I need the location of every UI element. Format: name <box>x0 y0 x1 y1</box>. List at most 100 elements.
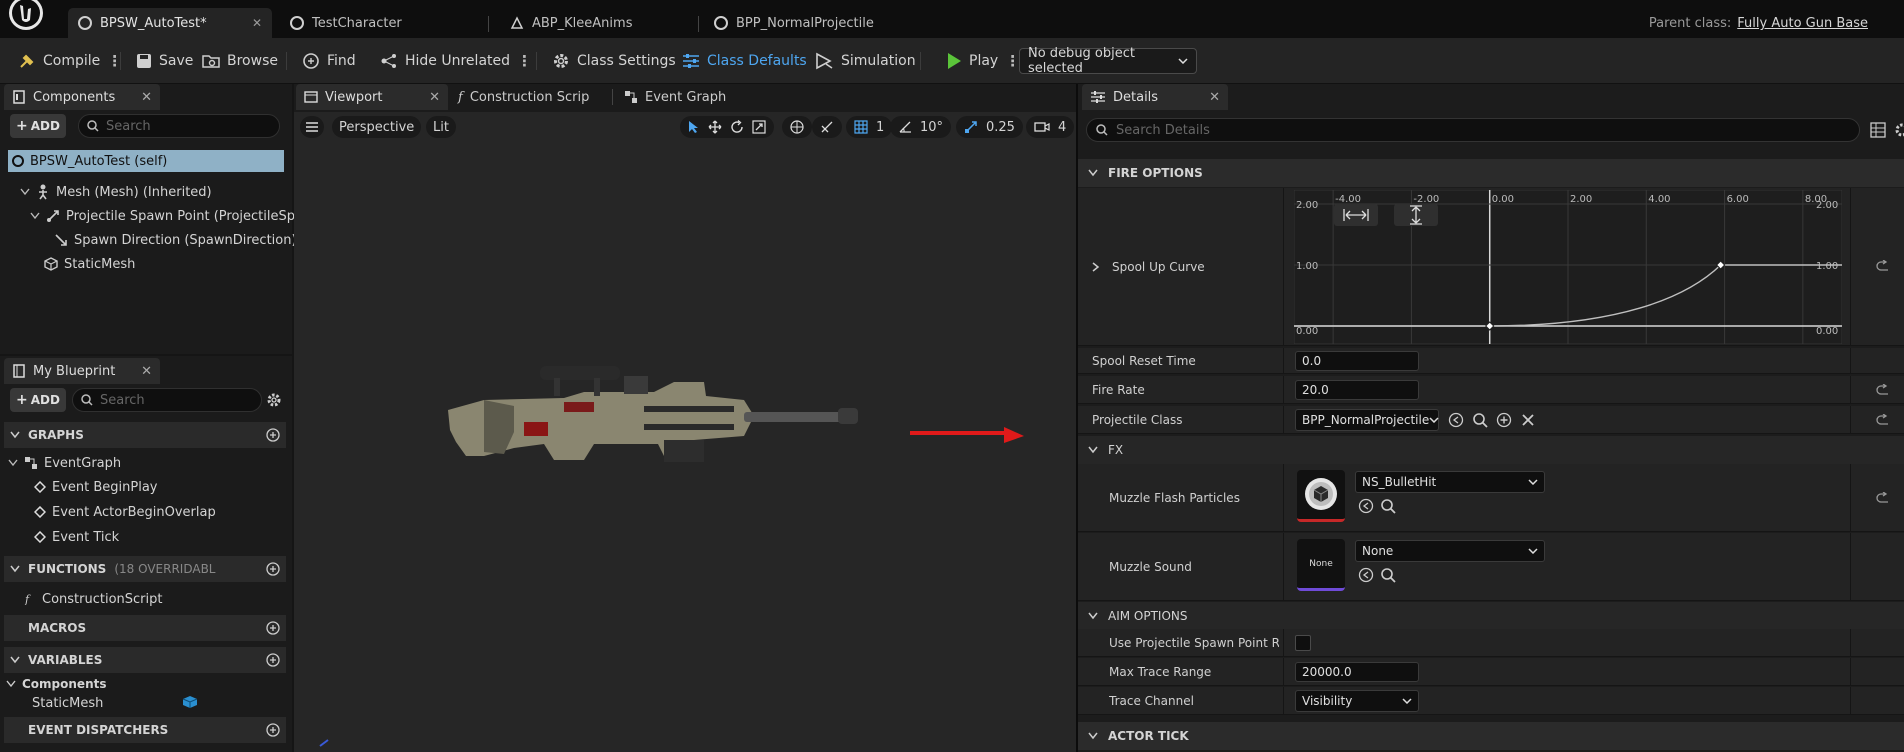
chevron-down-icon[interactable] <box>8 459 18 467</box>
section-graphs[interactable]: GRAPHS <box>4 422 286 448</box>
tab-components[interactable]: Components ✕ <box>4 84 160 110</box>
translate-icon[interactable] <box>708 120 722 134</box>
doc-tab-bpsw-autotest[interactable]: BPSW_AutoTest* ✕ <box>68 8 272 38</box>
component-item-projectile-spawn-point[interactable]: Projectile Spawn Point (ProjectileSpaw <box>30 205 314 227</box>
event-item-tick[interactable]: Event Tick <box>34 526 119 548</box>
chevron-down-icon[interactable] <box>30 212 40 220</box>
browse-asset-search-icon[interactable] <box>1380 567 1396 583</box>
sound-asset-thumbnail[interactable]: None <box>1297 539 1345 591</box>
category-actor-tick[interactable]: ACTOR TICK <box>1078 722 1904 750</box>
component-item-static-mesh[interactable]: StaticMesh <box>44 253 135 275</box>
debug-object-dropdown[interactable]: No debug object selected <box>1019 46 1197 76</box>
grid-snap-button[interactable]: 1 <box>846 116 893 138</box>
muzzle-sound-dropdown[interactable]: None <box>1355 540 1545 562</box>
variable-item-static-mesh[interactable]: StaticMesh <box>32 692 103 714</box>
browse-asset-search-icon[interactable] <box>1380 498 1396 514</box>
chevron-right-icon[interactable] <box>1092 261 1100 272</box>
section-variables[interactable]: VARIABLES <box>4 647 286 673</box>
use-selected-asset-icon[interactable] <box>1358 498 1374 514</box>
browse-asset-search-icon[interactable] <box>1472 412 1488 428</box>
chevron-down-icon[interactable] <box>20 188 30 196</box>
reset-to-default-icon[interactable] <box>1876 384 1890 396</box>
add-event-dispatcher-icon[interactable] <box>266 723 280 737</box>
tab-my-blueprint[interactable]: My Blueprint ✕ <box>4 358 160 384</box>
doc-tab-test-character[interactable]: TestCharacter <box>280 8 480 38</box>
play-options-icon[interactable]: ⋮ <box>1005 52 1020 70</box>
muzzle-flash-dropdown[interactable]: NS_BulletHit <box>1355 471 1545 493</box>
close-icon[interactable]: ✕ <box>252 16 262 30</box>
reset-to-default-icon[interactable] <box>1876 414 1890 426</box>
simulation-button[interactable]: Simulation <box>808 47 922 75</box>
spawn-direction-arrow[interactable] <box>908 425 1028 445</box>
add-member-button[interactable]: + ADD <box>10 388 66 412</box>
clear-asset-icon[interactable] <box>1520 412 1536 428</box>
rotate-icon[interactable] <box>730 120 744 134</box>
gear-icon[interactable] <box>1894 122 1904 138</box>
close-icon[interactable]: ✕ <box>429 90 440 105</box>
section-event-dispatchers[interactable]: EVENT DISPATCHERS <box>4 717 286 743</box>
close-icon[interactable]: ✕ <box>141 364 152 379</box>
niagara-system-thumbnail[interactable] <box>1297 470 1345 522</box>
tab-construction-script[interactable]: f Construction Scrip <box>458 84 589 110</box>
unreal-logo-icon[interactable] <box>4 0 48 34</box>
category-fire-options[interactable]: FIRE OPTIONS <box>1078 159 1904 187</box>
doc-tab-bpp-normal-projectile[interactable]: BPP_NormalProjectile <box>704 8 904 38</box>
property-matrix-icon[interactable] <box>1870 122 1886 138</box>
function-item-construction-script[interactable]: f ConstructionScript <box>24 588 162 610</box>
save-button[interactable]: Save <box>130 47 199 75</box>
camera-speed-button[interactable]: 4 <box>1026 116 1075 138</box>
view-mode-button[interactable]: Lit <box>426 116 456 138</box>
tab-event-graph[interactable]: Event Graph <box>624 84 726 110</box>
add-component-button[interactable]: + ADD <box>10 114 66 138</box>
compile-button[interactable]: Compile ⋮ <box>12 47 127 75</box>
event-item-begin-play[interactable]: Event BeginPlay <box>34 476 158 498</box>
create-new-asset-icon[interactable] <box>1496 412 1512 428</box>
component-item-self[interactable]: BPSW_AutoTest (self) <box>8 150 284 172</box>
gear-icon[interactable] <box>266 392 282 408</box>
component-item-mesh[interactable]: Mesh (Mesh) (Inherited) <box>20 181 212 203</box>
viewport-canvas[interactable] <box>294 112 1076 752</box>
browse-button[interactable]: Browse <box>196 47 284 75</box>
trace-channel-dropdown[interactable]: Visibility <box>1295 690 1419 712</box>
perspective-button[interactable]: Perspective <box>332 116 422 138</box>
details-search-input[interactable]: Search Details <box>1086 118 1860 142</box>
rotation-snap-button[interactable]: 10° <box>890 116 952 138</box>
class-settings-button[interactable]: Class Settings <box>546 47 682 75</box>
surface-snap-icon[interactable] <box>820 120 834 134</box>
hide-unrelated-options-icon[interactable]: ⋮ <box>517 52 532 70</box>
max-trace-range-input[interactable]: 20000.0 <box>1295 662 1419 682</box>
add-function-icon[interactable] <box>266 562 280 576</box>
component-item-spawn-direction[interactable]: Spawn Direction (SpawnDirection) (I <box>54 229 310 251</box>
find-button[interactable]: Find <box>296 47 362 75</box>
doc-tab-abp-klee-anims[interactable]: ABP_KleeAnims <box>500 8 690 38</box>
tab-details[interactable]: Details ✕ <box>1082 84 1228 110</box>
components-search-input[interactable]: Search <box>78 114 280 138</box>
scale-icon[interactable] <box>752 120 766 134</box>
use-spawn-point-rotation-checkbox[interactable] <box>1295 635 1311 651</box>
section-macros[interactable]: MACROS <box>4 615 286 641</box>
viewport-menu-button[interactable] <box>300 116 324 138</box>
fit-vertical-button[interactable] <box>1394 204 1438 226</box>
reset-to-default-icon[interactable] <box>1876 492 1890 504</box>
reset-to-default-icon[interactable] <box>1876 260 1890 272</box>
close-icon[interactable]: ✕ <box>141 90 152 105</box>
world-space-icon[interactable] <box>790 120 804 134</box>
add-variable-icon[interactable] <box>266 653 280 667</box>
section-functions[interactable]: FUNCTIONS (18 OVERRIDABL <box>4 556 286 582</box>
spool-up-curve-editor[interactable]: -4.00 -2.00 0.00 2.00 4.00 6.00 8.002.00 2.001.… <box>1294 190 1842 344</box>
select-cursor-icon[interactable] <box>688 120 700 134</box>
spool-reset-time-input[interactable]: 0.0 <box>1295 351 1419 371</box>
scale-snap-button[interactable]: 0.25 <box>956 116 1023 138</box>
my-blueprint-search-input[interactable]: Search <box>72 388 262 412</box>
category-fx[interactable]: FX <box>1078 436 1904 464</box>
hide-unrelated-button[interactable]: Hide Unrelated ⋮ <box>374 47 537 75</box>
projectile-class-dropdown[interactable]: BPP_NormalProjectile <box>1295 409 1439 431</box>
tab-viewport[interactable]: Viewport ✕ <box>296 84 448 110</box>
add-macro-icon[interactable] <box>266 621 280 635</box>
event-item-actor-begin-overlap[interactable]: Event ActorBeginOverlap <box>34 501 216 523</box>
fire-rate-input[interactable]: 20.0 <box>1295 380 1419 400</box>
parent-class-link[interactable]: Fully Auto Gun Base <box>1737 16 1868 31</box>
play-button[interactable]: Play ⋮ <box>940 47 1025 75</box>
close-icon[interactable]: ✕ <box>1209 90 1220 105</box>
use-selected-asset-icon[interactable] <box>1358 567 1374 583</box>
